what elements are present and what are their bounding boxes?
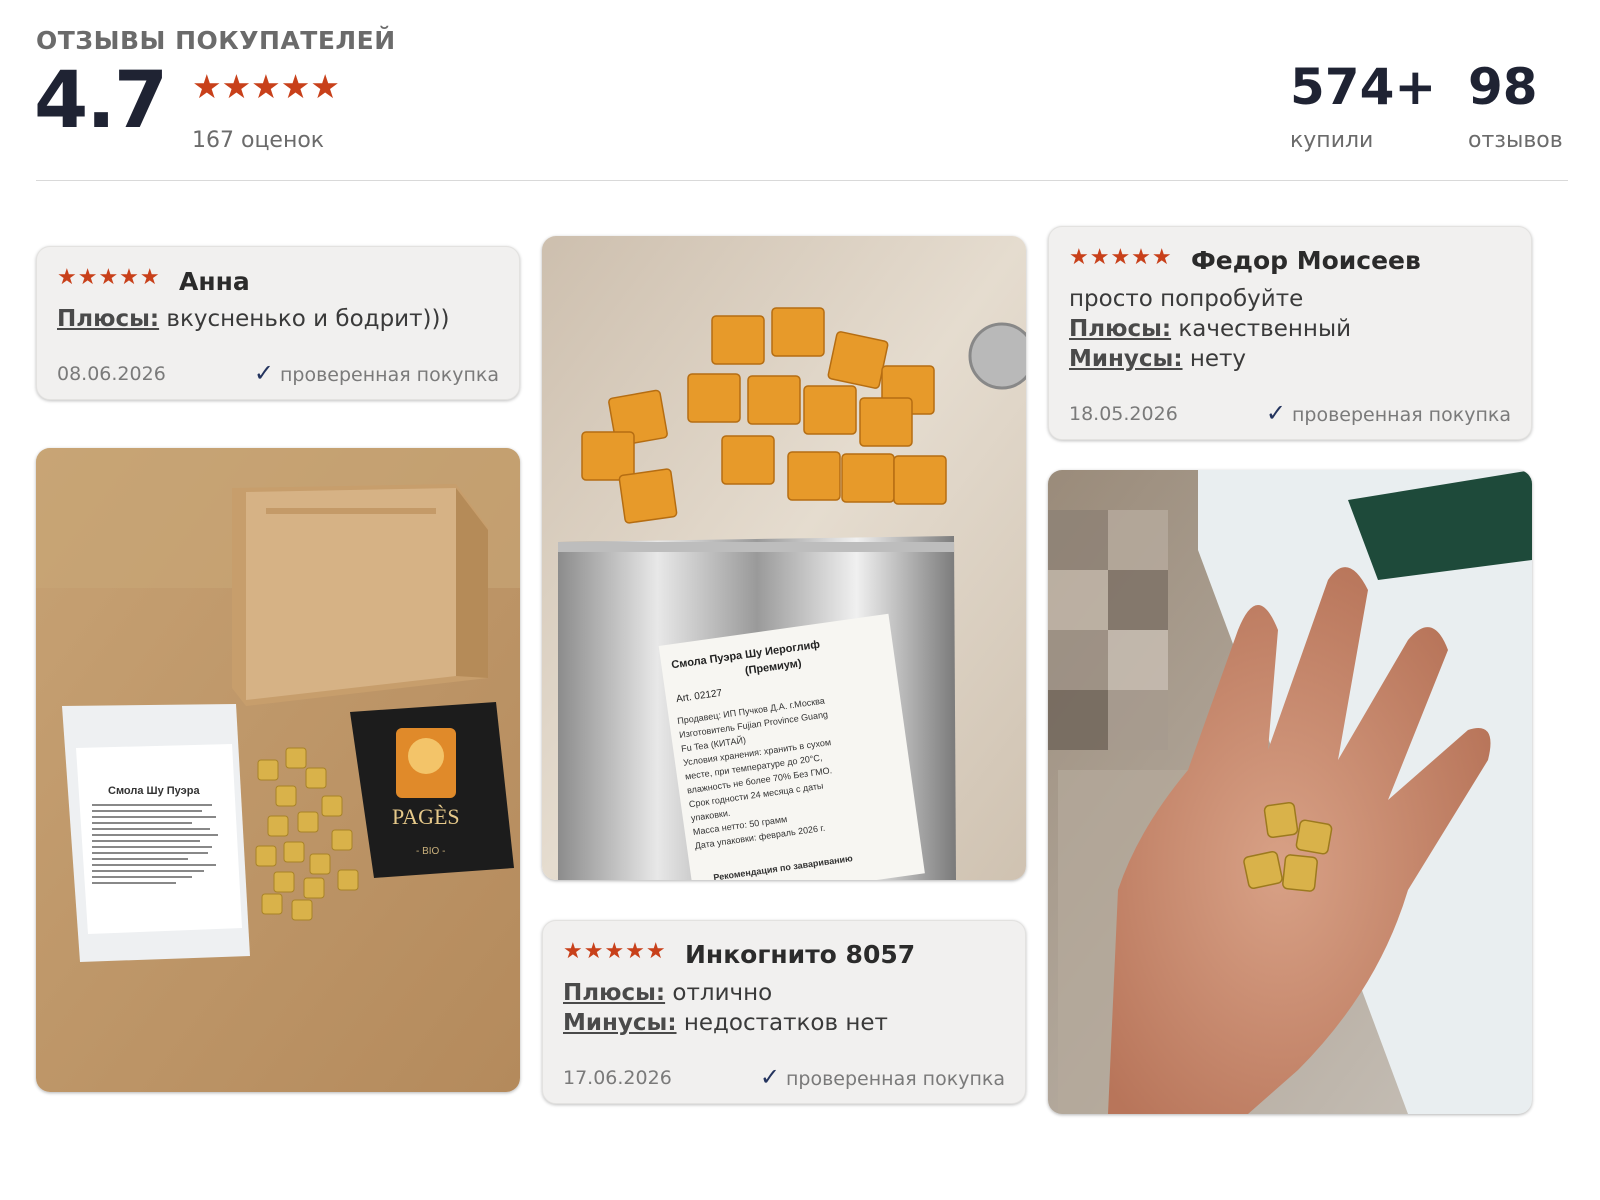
review-pros: Плюсы: вкусненько и бодрит))) (57, 305, 449, 335)
review-photo-bag[interactable]: Смола Пуэра Шу Иероглиф (Премиум) Art. 0… (542, 236, 1026, 880)
verified-label: проверенная покупка (1291, 404, 1511, 426)
review-author: Инкогнито 8057 (685, 940, 916, 969)
pros-text: качественный (1171, 316, 1352, 342)
review-cons: Минусы: нету (1069, 345, 1246, 375)
check-icon: ✓ (253, 359, 274, 387)
verified-purchase: ✓ проверенная покупка (254, 359, 499, 387)
review-photo-box[interactable]: Смола Шу Пуэра PAGÈS - BIO - (36, 448, 520, 1092)
review-author: Анна (179, 267, 250, 296)
stat-bought: 574+ купили (1290, 62, 1436, 153)
hand-photo-image (1048, 470, 1532, 1114)
bought-label: купили (1290, 128, 1374, 153)
cons-text: недостатков нет (676, 1010, 888, 1036)
cons-text: нету (1182, 346, 1247, 372)
header-divider (36, 180, 1568, 181)
box-photo-image: Смола Шу Пуэра PAGÈS - BIO - (36, 448, 520, 1092)
check-icon: ✓ (759, 1063, 780, 1091)
review-stars: ★★★★★ (1069, 245, 1173, 270)
review-stars: ★★★★★ (57, 265, 161, 290)
review-stars: ★★★★★ (563, 939, 667, 964)
verified-purchase: ✓ проверенная покупка (760, 1063, 1005, 1091)
sachet-bio: - BIO - (416, 846, 445, 857)
cons-label: Минусы: (1069, 346, 1183, 372)
check-icon: ✓ (1265, 399, 1286, 427)
bought-count: 574+ (1290, 58, 1437, 116)
reviews-label: отзывов (1468, 128, 1563, 153)
pros-label: Плюсы: (1069, 316, 1172, 342)
review-card[interactable]: ★★★★★ Федор Моисеев просто попробуйте Пл… (1048, 226, 1532, 440)
pros-text: вкусненько и бодрит))) (159, 306, 450, 332)
ratings-count: 167 оценок (192, 128, 325, 153)
review-card[interactable]: ★★★★★ Анна Плюсы: вкусненько и бодрит)))… (36, 246, 520, 400)
review-card[interactable]: ★★★★★ Инкогнито 8057 Плюсы: отлично Мину… (542, 920, 1026, 1104)
review-date: 18.05.2026 (1069, 403, 1178, 425)
pouch-title: Смола Шу Пуэра (108, 785, 200, 797)
verified-purchase: ✓ проверенная покупка (1266, 399, 1511, 427)
review-photo-hand[interactable] (1048, 470, 1532, 1114)
cons-label: Минусы: (563, 1010, 677, 1036)
verified-label: проверенная покупка (279, 364, 499, 386)
pros-label: Плюсы: (57, 306, 160, 332)
pros-text: отлично (665, 980, 773, 1006)
reviews-count: 98 (1468, 58, 1538, 116)
review-pros: Плюсы: качественный (1069, 315, 1351, 345)
section-title: ОТЗЫВЫ ПОКУПАТЕЛЕЙ (36, 26, 396, 55)
bag-photo-image: Смола Пуэра Шу Иероглиф (Премиум) Art. 0… (542, 236, 1026, 880)
review-date: 08.06.2026 (57, 363, 166, 385)
verified-label: проверенная покупка (785, 1068, 1005, 1090)
review-comment: просто попробуйте (1069, 286, 1304, 312)
pros-label: Плюсы: (563, 980, 666, 1006)
stat-reviews: 98 отзывов (1468, 62, 1563, 153)
review-cons: Минусы: недостатков нет (563, 1009, 888, 1039)
review-author: Федор Моисеев (1191, 246, 1421, 275)
review-pros: Плюсы: отлично (563, 979, 772, 1009)
average-rating: 4.7 (34, 56, 168, 146)
rating-stars: ★★★★★ (192, 67, 340, 106)
review-date: 17.06.2026 (563, 1067, 672, 1089)
sachet-brand: PAGÈS (392, 804, 460, 829)
